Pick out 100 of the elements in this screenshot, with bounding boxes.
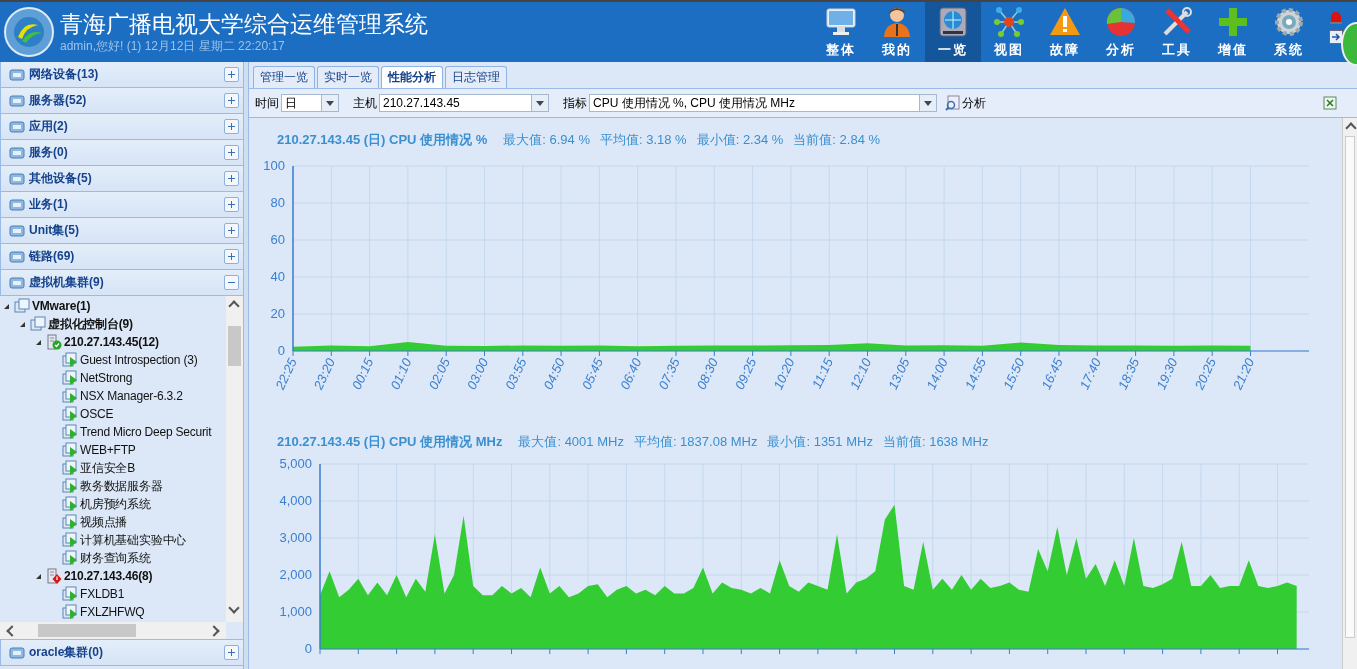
x-axis-label: 12:10 bbox=[846, 355, 875, 392]
tree-item[interactable]: 亚信安全B bbox=[80, 459, 135, 477]
sidebar-group-header[interactable]: 虚拟机集群(9) bbox=[0, 270, 243, 296]
y-axis-label: 5,000 bbox=[279, 456, 312, 471]
x-axis-label: 11:15 bbox=[809, 355, 836, 391]
nav-button[interactable]: 整体 bbox=[813, 2, 869, 62]
vm-icon bbox=[62, 442, 78, 458]
expander-icon[interactable] bbox=[4, 303, 9, 309]
y-axis-label: 40 bbox=[270, 269, 285, 284]
tree-item[interactable]: 教务数据服务器 bbox=[80, 477, 163, 495]
nav-button[interactable]: 故障 bbox=[1037, 2, 1093, 62]
x-tick-mark bbox=[598, 350, 600, 357]
magnifier-icon bbox=[945, 95, 961, 111]
nav-button[interactable]: 增值 bbox=[1205, 2, 1261, 62]
sidebar-group-header[interactable]: 应用(2) bbox=[0, 114, 243, 140]
x-tick-mark bbox=[713, 350, 715, 357]
nav-button[interactable]: 工具 bbox=[1149, 2, 1205, 62]
tab[interactable]: 性能分析 bbox=[381, 66, 443, 88]
x-axis-label: 21:20 bbox=[1229, 355, 1258, 392]
nav-button[interactable]: 一览 bbox=[925, 2, 981, 62]
tree-item[interactable]: 机房预约系统 bbox=[80, 495, 151, 513]
tab[interactable]: 实时一览 bbox=[317, 66, 379, 88]
sidebar-group-header[interactable]: 服务(0) bbox=[0, 140, 243, 166]
toggle-icon[interactable] bbox=[224, 197, 239, 212]
tree-item[interactable]: NetStrong bbox=[80, 371, 133, 385]
nav-button[interactable]: 我的 bbox=[869, 2, 925, 62]
tree-item[interactable]: 虚拟化控制台(9) bbox=[48, 315, 133, 333]
tree-item[interactable]: VMware(1) bbox=[32, 299, 91, 313]
toggle-icon[interactable] bbox=[224, 275, 239, 290]
vertical-scrollbar[interactable] bbox=[1342, 118, 1357, 669]
sidebar-group-header[interactable]: 业务(1) bbox=[0, 192, 243, 218]
expander-icon[interactable] bbox=[36, 339, 41, 345]
category-icon bbox=[9, 92, 25, 109]
tree-item[interactable]: FXLDB1 bbox=[80, 587, 125, 601]
x-tick-mark bbox=[1250, 350, 1251, 357]
metric-select[interactable]: CPU 使用情况 %, CPU 使用情况 MHz bbox=[589, 94, 937, 112]
toggle-icon[interactable] bbox=[224, 171, 239, 186]
toggle-icon[interactable] bbox=[224, 119, 239, 134]
tree-item[interactable]: 财务查询系统 bbox=[80, 549, 151, 567]
nav-button[interactable]: 分析 bbox=[1093, 2, 1149, 62]
vm-icon bbox=[62, 424, 78, 440]
toggle-icon[interactable] bbox=[224, 67, 239, 82]
chart-stat: 平均值: 1837.08 MHz bbox=[633, 433, 758, 451]
sidebar-group-header[interactable]: 其他设备(5) bbox=[0, 166, 243, 192]
sidebar-group-label: oracle集群(0) bbox=[29, 644, 104, 661]
tree-item[interactable]: 210.27.143.46(8) bbox=[64, 569, 153, 583]
expander-icon[interactable] bbox=[20, 321, 25, 327]
sidebar-group-label: Unit集(5) bbox=[29, 222, 79, 239]
y-axis-label: 0 bbox=[304, 641, 312, 656]
nav-button[interactable]: 系统 bbox=[1261, 2, 1317, 62]
tree-item[interactable]: FXLZHFWQ bbox=[80, 605, 145, 619]
tree-item[interactable]: 210.27.143.45(12) bbox=[64, 335, 159, 349]
x-axis-label: 04:50 bbox=[540, 355, 568, 392]
x-axis-label: 08:30 bbox=[693, 355, 721, 392]
toggle-icon[interactable] bbox=[224, 223, 239, 238]
tree-item[interactable]: Trend Micro Deep Securit bbox=[80, 425, 212, 439]
x-axis-label: 17:40 bbox=[1076, 355, 1104, 392]
horizontal-scrollbar[interactable] bbox=[0, 622, 226, 639]
exit-icon[interactable] bbox=[1329, 30, 1343, 44]
x-tick-mark bbox=[867, 350, 868, 357]
tree-item[interactable]: 计算机基础实验中心 bbox=[80, 531, 187, 549]
x-tick-mark bbox=[472, 648, 474, 655]
toggle-icon[interactable] bbox=[224, 93, 239, 108]
nav-button[interactable]: 视图 bbox=[981, 2, 1037, 62]
time-select[interactable]: 日 bbox=[281, 94, 339, 112]
export-icon[interactable] bbox=[1323, 96, 1337, 110]
splitter-handle[interactable] bbox=[244, 62, 249, 669]
tab[interactable]: 日志管理 bbox=[445, 66, 507, 88]
x-tick-mark bbox=[1085, 648, 1087, 655]
chart-stat: 当前值: 2.84 % bbox=[793, 131, 881, 149]
expander-icon[interactable] bbox=[36, 573, 41, 579]
vm-icon bbox=[62, 550, 78, 566]
toggle-icon[interactable] bbox=[224, 645, 239, 660]
toggle-icon[interactable] bbox=[224, 249, 239, 264]
x-tick-mark bbox=[1162, 648, 1164, 655]
toggle-icon[interactable] bbox=[224, 145, 239, 160]
tree-item[interactable]: WEB+FTP bbox=[80, 443, 136, 457]
sidebar-group-label: 虚拟机集群(9) bbox=[29, 274, 104, 291]
analyze-button[interactable]: 分析 bbox=[945, 94, 986, 112]
tree-item[interactable]: NSX Manager-6.3.2 bbox=[80, 389, 183, 403]
sidebar-group-header[interactable]: oracle集群(0) bbox=[0, 640, 243, 666]
x-axis-label: 06:40 bbox=[617, 355, 645, 392]
x-axis-label: 01:10 bbox=[387, 355, 415, 392]
x-tick-mark bbox=[637, 350, 639, 357]
host-select[interactable]: 210.27.143.45 bbox=[379, 94, 549, 112]
sidebar-group-header[interactable]: 链路(69) bbox=[0, 244, 243, 270]
tab[interactable]: 管理一览 bbox=[253, 66, 315, 88]
sidebar-group-header[interactable]: Unit集(5) bbox=[0, 218, 243, 244]
vertical-scrollbar[interactable] bbox=[226, 296, 243, 622]
vm-icon bbox=[62, 532, 78, 548]
x-axis-label: 23:20 bbox=[310, 355, 338, 392]
x-tick-mark bbox=[943, 350, 945, 357]
tree-item[interactable]: Guest Introspection (3) bbox=[80, 353, 198, 367]
tree-item[interactable]: OSCE bbox=[80, 407, 114, 421]
sidebar-group-header[interactable]: 网络设备(13) bbox=[0, 62, 243, 88]
monitor-icon bbox=[825, 5, 857, 38]
x-tick-mark bbox=[752, 350, 754, 357]
x-tick-mark bbox=[522, 350, 524, 357]
tree-item[interactable]: 视频点播 bbox=[80, 513, 128, 531]
sidebar-group-header[interactable]: 服务器(52) bbox=[0, 88, 243, 114]
